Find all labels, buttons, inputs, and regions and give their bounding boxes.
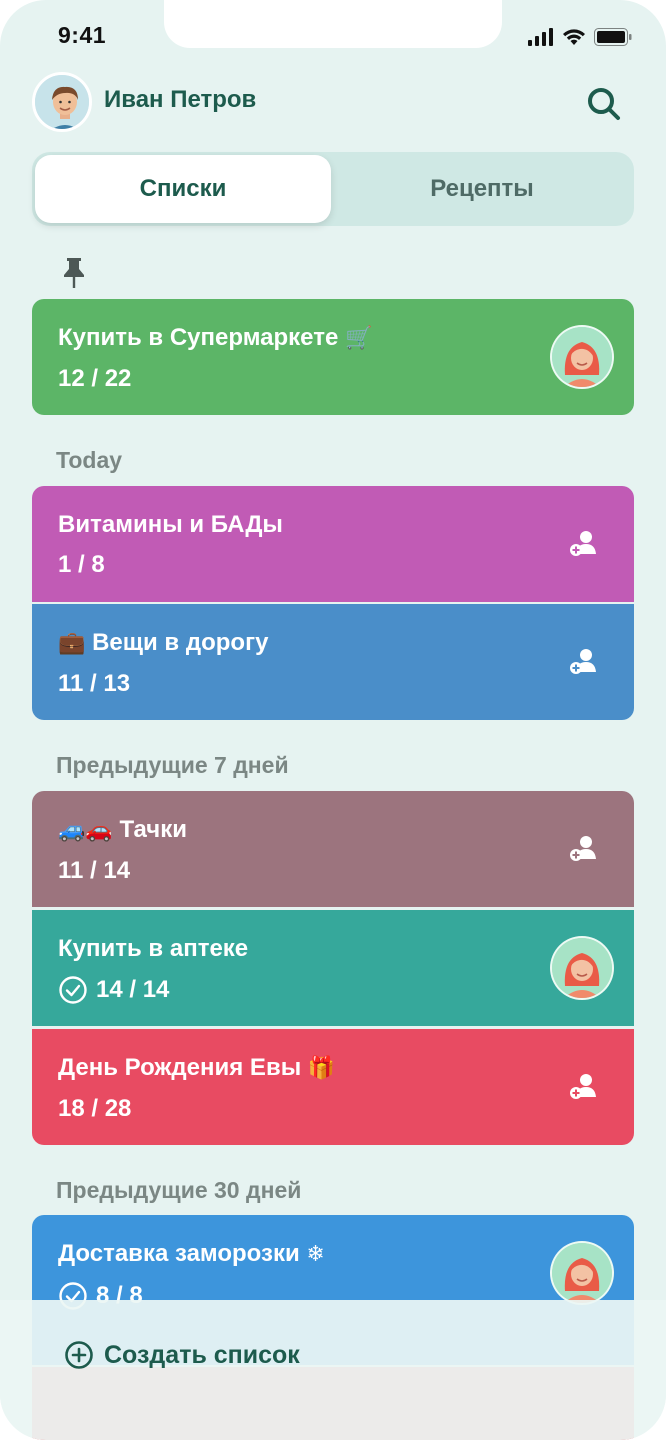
list-progress: 14 / 14 [58, 975, 608, 1005]
header: Иван Петров [32, 72, 634, 132]
add-user-icon[interactable] [568, 530, 598, 558]
list-card-supermarket[interactable]: Купить в Супермаркете 🛒 12 / 22 [32, 299, 634, 415]
status-icons [528, 26, 632, 48]
list-title: День Рождения Евы 🎁 [58, 1054, 336, 1081]
list-progress: 12 / 22 [58, 365, 132, 392]
list-progress: 18 / 28 [58, 1095, 132, 1122]
phone-screen: 9:41 Иван Петров Списки Рецепты Купить в… [0, 0, 666, 1440]
search-icon [588, 88, 620, 120]
search-button[interactable] [584, 84, 624, 124]
section-title-30-days: Предыдущие 30 дней [56, 1177, 302, 1203]
gift-emoji: 🎁 [307, 1056, 336, 1081]
list-title: 💼 Вещи в дорогу [58, 629, 269, 656]
briefcase-emoji: 💼 [58, 631, 86, 656]
list-title: Доставка заморозки ❄ [58, 1240, 325, 1267]
snowflake-emoji: ❄ [306, 1242, 325, 1267]
signal-icon [528, 28, 553, 46]
shared-user-avatar[interactable] [550, 936, 614, 1000]
list-progress: 1 / 8 [58, 551, 105, 578]
list-title: 🚙🚗 Тачки [58, 816, 187, 843]
list-card-vitamins[interactable]: Витамины и БАДы 1 / 8 [32, 486, 634, 602]
list-card-pharmacy[interactable]: Купить в аптеке 14 / 14 [32, 910, 634, 1026]
create-list-label: Создать список [104, 1340, 300, 1369]
user-name[interactable]: Иван Петров [104, 86, 256, 114]
tab-switcher: Списки Рецепты [32, 152, 634, 226]
shared-user-avatar[interactable] [550, 325, 614, 389]
notch [164, 0, 502, 48]
pin-icon [64, 258, 84, 288]
shared-user-avatar-image [552, 938, 612, 998]
list-progress: 11 / 14 [58, 857, 131, 884]
list-title: Купить в аптеке [58, 935, 249, 962]
shared-user-avatar-image [552, 1243, 612, 1303]
list-progress: 11 / 13 [58, 670, 131, 697]
create-list-button[interactable]: Создать список [64, 1340, 300, 1370]
section-title-today: Today [56, 447, 123, 473]
battery-icon [594, 28, 632, 46]
list-title: Купить в Супермаркете 🛒 [58, 324, 373, 351]
cart-emoji: 🛒 [344, 326, 373, 351]
wifi-icon [563, 29, 585, 45]
section-title-7-days: Предыдущие 7 дней [56, 752, 289, 778]
list-card-birthday[interactable]: День Рождения Евы 🎁 18 / 28 [32, 1029, 634, 1145]
list-card-travel[interactable]: 💼 Вещи в дорогу 11 / 13 [32, 604, 634, 720]
plus-circle-icon [65, 1341, 93, 1369]
shared-user-avatar[interactable] [550, 1241, 614, 1305]
add-user-icon[interactable] [568, 835, 598, 863]
bottom-bar: Создать список [0, 1300, 666, 1440]
add-user-icon[interactable] [568, 648, 598, 676]
cars-emoji: 🚙🚗 [58, 818, 113, 843]
list-card-cars[interactable]: 🚙🚗 Тачки 11 / 14 [32, 791, 634, 907]
user-avatar[interactable] [32, 72, 92, 132]
check-circle-icon [59, 976, 87, 1004]
user-avatar-image [35, 75, 89, 129]
add-user-icon[interactable] [568, 1073, 598, 1101]
list-title: Витамины и БАДы [58, 511, 283, 538]
shared-user-avatar-image [552, 327, 612, 387]
status-time: 9:41 [58, 22, 107, 48]
tab-recipes[interactable]: Рецепты [334, 155, 630, 223]
tab-lists[interactable]: Списки [35, 155, 331, 223]
